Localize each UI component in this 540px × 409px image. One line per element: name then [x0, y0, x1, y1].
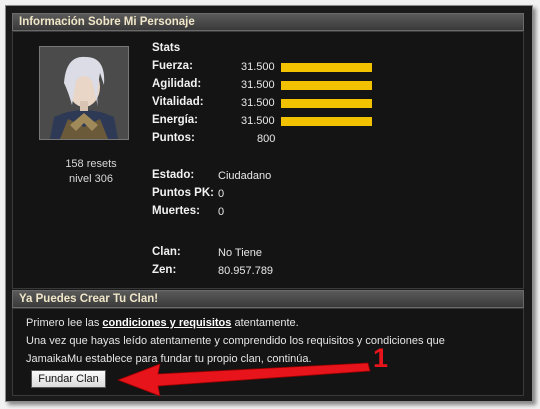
- annotation-number: 1: [373, 343, 389, 373]
- annotation-arrow-icon: [116, 362, 371, 397]
